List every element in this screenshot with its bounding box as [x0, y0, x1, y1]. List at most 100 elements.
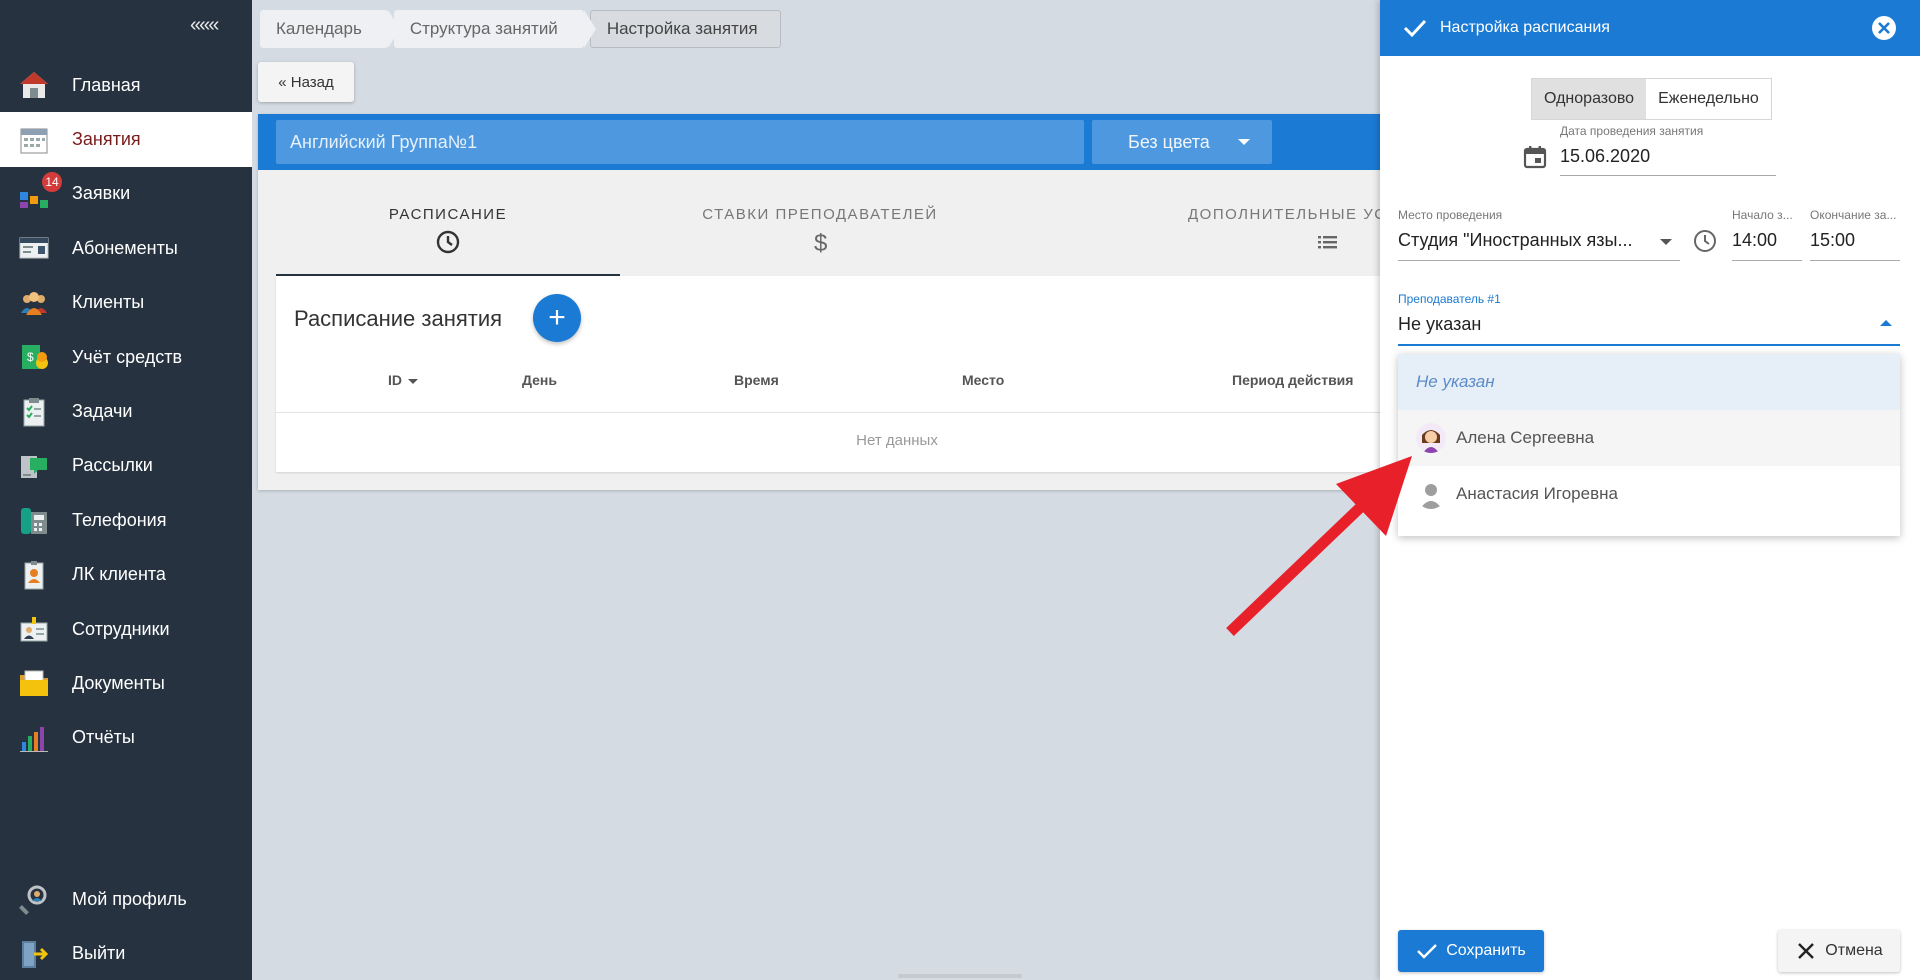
- sidebar-item-label: Мой профиль: [72, 888, 187, 909]
- sidebar-item-finance[interactable]: $ Учёт средств: [0, 330, 252, 384]
- sidebar-item-telephony[interactable]: Телефония: [0, 493, 252, 547]
- end-time-field[interactable]: 15:00: [1810, 230, 1855, 251]
- cancel-label: Отмена: [1825, 942, 1883, 959]
- tab-label: ДОПОЛНИТЕЛЬНЫЕ УС...: [1188, 206, 1388, 223]
- column-time[interactable]: Время: [734, 372, 779, 388]
- teacher-option-label: Алена Сергеевна: [1456, 428, 1595, 447]
- table-divider: [276, 412, 1388, 413]
- mode-weekly-button[interactable]: Еженедельно: [1646, 79, 1771, 119]
- lesson-name-input[interactable]: Английский Группа№1: [276, 120, 1084, 164]
- sidebar-item-lessons[interactable]: Занятия: [0, 112, 252, 167]
- lesson-header-bar: Английский Группа№1 Без цвета: [258, 114, 1388, 170]
- sidebar-item-home[interactable]: Главная: [0, 58, 252, 112]
- sidebar-item-label: Документы: [72, 672, 165, 693]
- cancel-button[interactable]: Отмена: [1778, 930, 1900, 972]
- sidebar-item-client-account[interactable]: ЛК клиента: [0, 548, 252, 602]
- clients-icon: [18, 287, 50, 319]
- sidebar-item-tasks[interactable]: Задачи: [0, 384, 252, 438]
- teacher-option-alena[interactable]: Алена Сергеевна: [1398, 410, 1900, 466]
- check-icon[interactable]: [1402, 16, 1428, 40]
- teacher-option-none[interactable]: Не указан: [1398, 354, 1900, 410]
- sidebar-item-label: Рассылки: [72, 455, 153, 476]
- calendar-icon: [18, 124, 50, 156]
- breadcrumb-calendar[interactable]: Календарь: [260, 10, 400, 48]
- schedule-card: Расписание занятия + ID День Время Место…: [276, 276, 1388, 472]
- sidebar-item-label: Заявки: [72, 183, 131, 204]
- sidebar-item-reports[interactable]: Отчёты: [0, 711, 252, 765]
- column-id[interactable]: ID: [388, 372, 418, 388]
- clock-icon: [436, 230, 460, 254]
- lesson-color-select[interactable]: Без цвета: [1092, 120, 1272, 164]
- sidebar-item-label: Телефония: [72, 509, 167, 530]
- column-place[interactable]: Место: [962, 372, 1004, 388]
- sort-down-icon: [408, 378, 418, 384]
- sidebar-item-label: Главная: [72, 74, 141, 95]
- mailing-icon: [18, 450, 50, 482]
- profile-icon: [18, 883, 50, 916]
- teacher-option-anastasia[interactable]: Анастасия Игоревна: [1398, 466, 1900, 522]
- save-label: Сохранить: [1446, 942, 1526, 959]
- sidebar-item-profile[interactable]: Мой профиль: [0, 872, 252, 926]
- sidebar-item-documents[interactable]: Документы: [0, 656, 252, 710]
- panel-header: Настройка расписания: [1380, 0, 1920, 56]
- teacher-label: Преподаватель #1: [1398, 292, 1501, 306]
- sidebar-item-logout[interactable]: Выйти: [0, 926, 252, 980]
- collapse-sidebar-button[interactable]: «««: [190, 14, 219, 37]
- svg-text:$: $: [814, 230, 829, 255]
- start-time-underline: [1732, 260, 1802, 261]
- end-time-label: Окончание за...: [1810, 208, 1897, 222]
- sidebar-item-label: Сотрудники: [72, 618, 170, 639]
- close-icon[interactable]: [1872, 16, 1896, 40]
- chevron-down-icon: [1238, 139, 1250, 145]
- date-field[interactable]: 15.06.2020: [1560, 146, 1650, 167]
- add-schedule-button[interactable]: +: [533, 294, 581, 342]
- scrollbar[interactable]: [898, 974, 1022, 978]
- column-period[interactable]: Период действия: [1232, 372, 1353, 388]
- teacher-select[interactable]: Не указан: [1398, 314, 1481, 335]
- back-button[interactable]: « Назад: [258, 62, 354, 102]
- end-time-underline: [1810, 260, 1900, 261]
- reports-icon: [18, 722, 50, 754]
- subscriptions-icon: [18, 232, 50, 264]
- sidebar-item-label: Занятия: [72, 129, 141, 150]
- teacher-underline: [1398, 344, 1900, 346]
- sidebar-item-employees[interactable]: Сотрудники: [0, 602, 252, 656]
- calendar-icon[interactable]: [1522, 144, 1548, 170]
- sidebar-item-label: Выйти: [72, 943, 126, 964]
- mode-once-button[interactable]: Одноразово: [1532, 79, 1647, 119]
- schedule-title: Расписание занятия: [294, 306, 503, 331]
- tab-additional[interactable]: ДОПОЛНИТЕЛЬНЫЕ УС...: [1020, 170, 1388, 276]
- sidebar-item-subscriptions[interactable]: Абонементы: [0, 221, 252, 275]
- empty-table-message: Нет данных: [856, 432, 938, 449]
- check-icon: [1417, 944, 1438, 959]
- place-underline: [1398, 260, 1680, 261]
- finance-icon: $: [18, 341, 50, 373]
- documents-icon: [18, 667, 50, 699]
- breadcrumb-lesson-structure[interactable]: Структура занятий: [393, 10, 596, 48]
- sidebar-item-label: Абонементы: [72, 237, 178, 258]
- column-day[interactable]: День: [522, 372, 557, 388]
- requests-badge: 14: [40, 169, 64, 194]
- list-icon: [1318, 236, 1337, 249]
- tasks-icon: [18, 396, 50, 428]
- breadcrumb-lesson-settings: Настройка занятия: [589, 10, 781, 48]
- svg-text:$: $: [27, 350, 34, 364]
- date-label: Дата проведения занятия: [1560, 124, 1704, 138]
- sidebar-item-requests[interactable]: 14 Заявки: [0, 167, 252, 221]
- teacher-option-label: Анастасия Игоревна: [1456, 484, 1618, 503]
- home-icon: [18, 69, 50, 101]
- sidebar: ««« Главная Занятия 14 Заявки Абонементы…: [0, 0, 252, 980]
- start-time-field[interactable]: 14:00: [1732, 230, 1777, 251]
- employees-icon: [18, 613, 50, 645]
- tab-label: РАСПИСАНИЕ: [388, 206, 508, 223]
- clock-icon: [1694, 230, 1716, 252]
- sidebar-nav: Главная Занятия 14 Заявки Абонементы Кли…: [0, 58, 252, 765]
- sidebar-item-mailing[interactable]: Рассылки: [0, 439, 252, 493]
- tab-teacher-rates[interactable]: СТАВКИ ПРЕПОДАВАТЕЛЕЙ $: [620, 170, 1020, 276]
- place-select[interactable]: Студия "Иностранных язы...: [1398, 230, 1662, 251]
- start-time-label: Начало з...: [1732, 208, 1793, 222]
- sidebar-item-clients[interactable]: Клиенты: [0, 276, 252, 330]
- tab-schedule[interactable]: РАСПИСАНИЕ: [276, 170, 620, 276]
- save-button[interactable]: Сохранить: [1398, 930, 1544, 972]
- sidebar-item-label: Задачи: [72, 401, 133, 422]
